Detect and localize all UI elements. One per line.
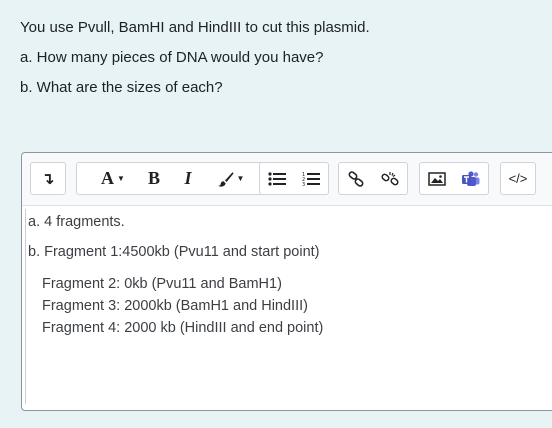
code-icon: </> [508, 171, 528, 186]
numbered-list-button[interactable]: 1 2 3 [294, 163, 328, 194]
toolbar-group-code: </> [500, 162, 536, 195]
chevron-down-icon: ▼ [236, 174, 245, 183]
bold-icon: B [147, 168, 160, 188]
font-style-button[interactable]: A ▼ [89, 163, 137, 194]
answer-line-1: a. 4 fragments. [28, 214, 125, 230]
bold-button[interactable]: B [137, 163, 171, 194]
answer-line-4: Fragment 3: 2000kb (BamH1 and HindIII) [42, 298, 308, 314]
teams-icon [462, 170, 480, 186]
question-part-a: a. How many pieces of DNA would you have… [20, 49, 324, 66]
editor-toolbar: ↴ A ▼ B I ▼ 1 2 3 </> [22, 153, 552, 206]
link-button[interactable] [339, 163, 373, 194]
toolbar-group-text-format: A ▼ B I ▼ [76, 162, 268, 195]
paragraph-icon: ↴ [41, 170, 55, 188]
insert-image-button[interactable] [420, 163, 454, 194]
toolbar-group-lists: 1 2 3 [259, 162, 329, 195]
chevron-down-icon: ▼ [117, 174, 125, 183]
answer-editor: ↴ A ▼ B I ▼ 1 2 3 </> a. 4 fragments. b.… [21, 152, 552, 411]
unlink-icon [381, 171, 399, 185]
toolbar-group-links [338, 162, 408, 195]
brush-icon [217, 171, 234, 187]
paragraph-style-button[interactable]: ↴ [41, 163, 54, 194]
font-icon: A [101, 168, 115, 188]
italic-icon: I [184, 168, 192, 188]
link-icon [348, 170, 364, 187]
text-color-button[interactable]: ▼ [205, 163, 255, 194]
image-icon [428, 171, 446, 186]
answer-line-5: Fragment 4: 2000 kb (HindIII and end poi… [42, 320, 324, 336]
question-title: You use Pvull, BamHI and HindIII to cut … [20, 19, 370, 36]
toolbar-group-paragraph: ↴ [30, 162, 66, 195]
editor-content[interactable]: a. 4 fragments. b. Fragment 1:4500kb (Pv… [22, 205, 552, 410]
svg-text:3: 3 [302, 182, 305, 187]
answer-line-3: Fragment 2: 0kb (Pvu11 and BamH1) [42, 276, 282, 292]
toolbar-group-media [419, 162, 489, 195]
teams-meeting-button[interactable] [454, 163, 488, 194]
html-source-button[interactable]: </> [509, 163, 528, 194]
italic-button[interactable]: I [171, 163, 205, 194]
unlink-button[interactable] [373, 163, 407, 194]
answer-line-2: b. Fragment 1:4500kb (Pvu11 and start po… [28, 244, 320, 260]
numbered-list-icon: 1 2 3 [302, 172, 320, 187]
bullet-list-icon [268, 171, 286, 186]
question-part-b: b. What are the sizes of each? [20, 79, 223, 96]
caret-divider [25, 209, 26, 404]
bullet-list-button[interactable] [260, 163, 294, 194]
